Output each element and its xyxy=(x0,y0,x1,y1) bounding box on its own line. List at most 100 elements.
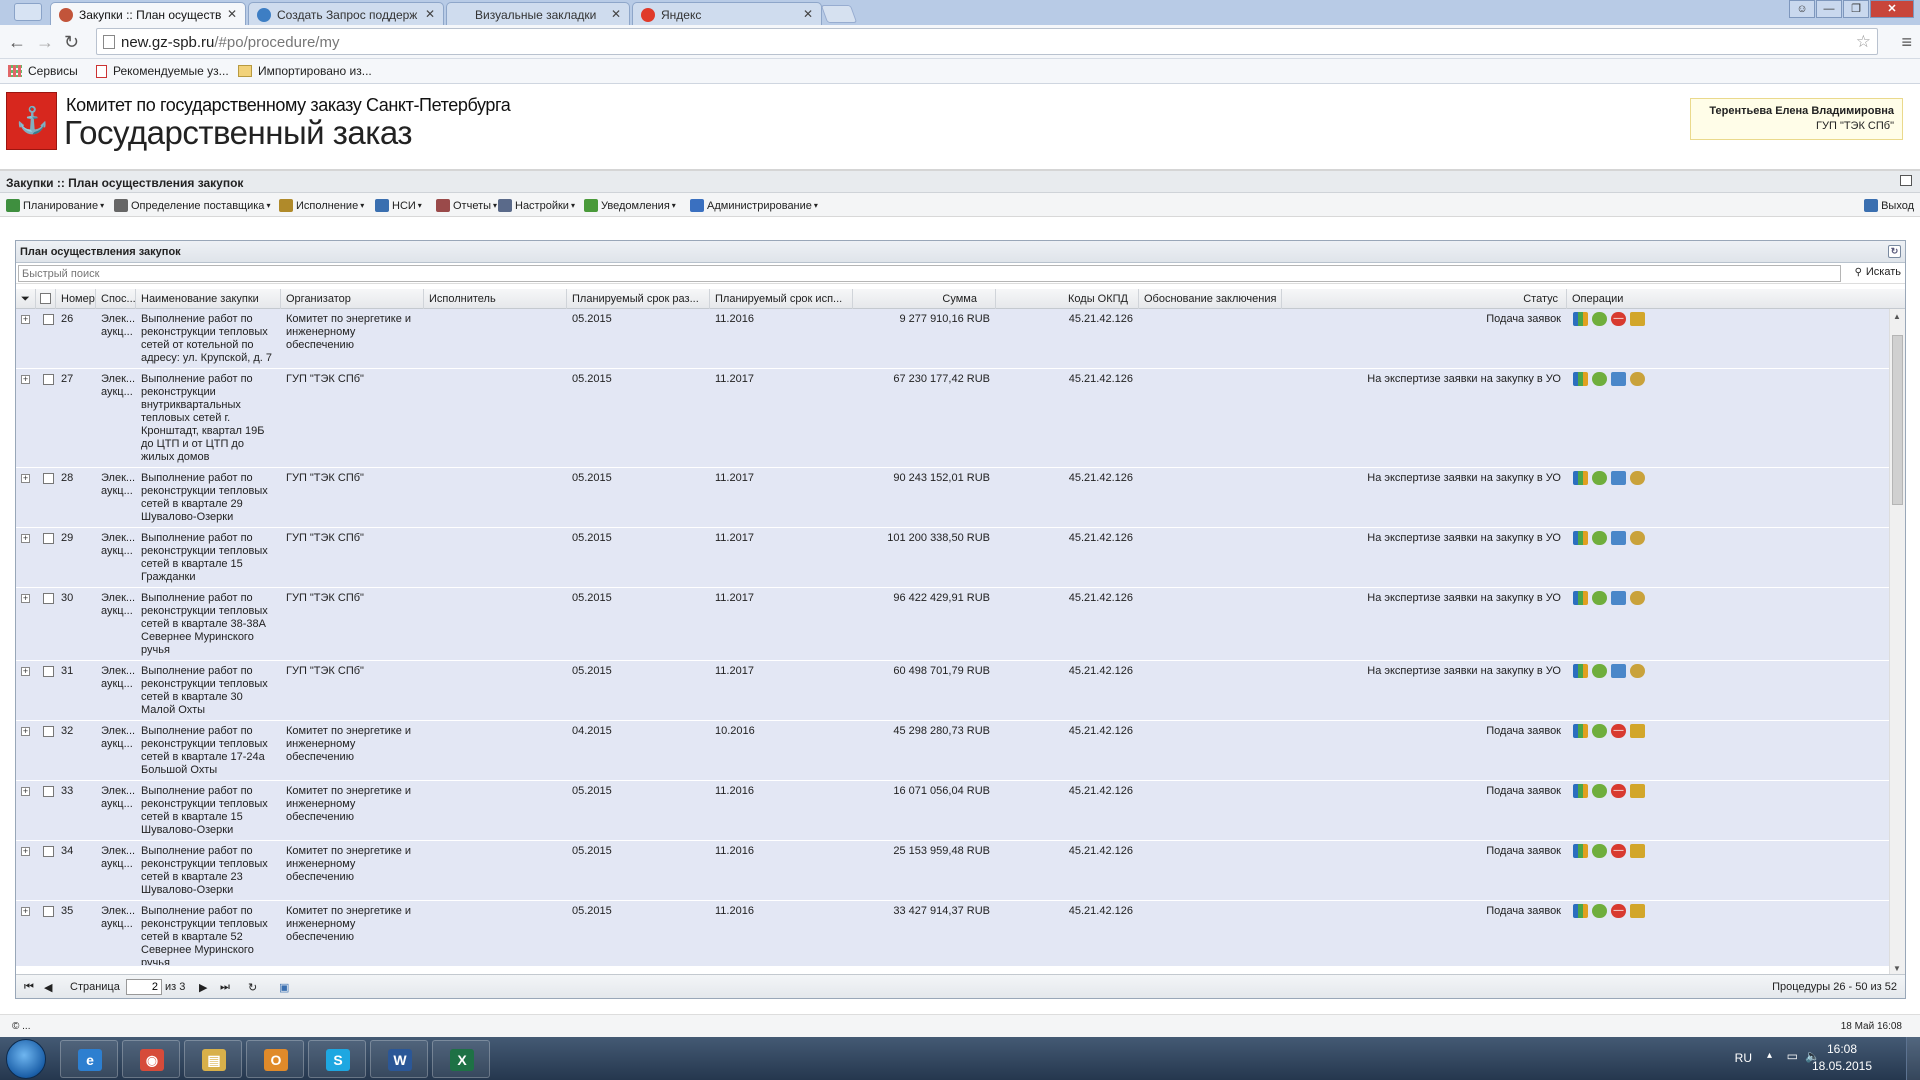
chrome-profile-icon[interactable] xyxy=(14,3,42,21)
chrome-menu-icon[interactable]: ≡ xyxy=(1901,32,1912,53)
menu-item[interactable]: Администрирование ▾ xyxy=(690,199,818,212)
emblem-icon[interactable] xyxy=(1630,591,1645,605)
statistics-icon[interactable] xyxy=(1573,904,1588,918)
search-button[interactable]: ⚲ Искать xyxy=(1855,266,1901,278)
stop-icon[interactable]: — xyxy=(1611,724,1626,738)
row-expand-icon[interactable]: + xyxy=(21,907,30,916)
first-page-icon[interactable]: ⏮ xyxy=(24,981,34,994)
browser-tab[interactable]: Яндекс ✕ xyxy=(632,2,822,25)
document-icon[interactable] xyxy=(1611,471,1626,485)
col-plan-placement[interactable]: Планируемый срок раз... xyxy=(567,289,710,309)
next-page-icon[interactable]: ▶ xyxy=(199,981,207,994)
last-page-icon[interactable]: ⏭ xyxy=(220,981,230,994)
row-checkbox[interactable] xyxy=(43,726,54,737)
network-icon[interactable]: ▭ xyxy=(1787,1049,1798,1063)
show-desktop-button[interactable] xyxy=(1906,1037,1920,1080)
scroll-down-icon[interactable]: ▼ xyxy=(1893,964,1901,973)
row-checkbox[interactable] xyxy=(43,593,54,604)
taskbar-app-outlook[interactable]: O xyxy=(246,1040,304,1078)
page-number-input[interactable] xyxy=(126,979,162,995)
row-expand-icon[interactable]: + xyxy=(21,375,30,384)
row-checkbox[interactable] xyxy=(43,533,54,544)
user-icon[interactable]: ☺ xyxy=(1789,0,1815,18)
emblem-icon[interactable] xyxy=(1630,372,1645,386)
taskbar-app-excel[interactable]: X xyxy=(432,1040,490,1078)
taskbar-app-explorer[interactable]: ▤ xyxy=(184,1040,242,1078)
row-checkbox[interactable] xyxy=(43,786,54,797)
minimize-button[interactable]: — xyxy=(1816,0,1842,18)
row-checkbox[interactable] xyxy=(43,846,54,857)
emblem-icon[interactable] xyxy=(1630,471,1645,485)
document-icon[interactable] xyxy=(1611,591,1626,605)
statistics-icon[interactable] xyxy=(1573,844,1588,858)
menu-item[interactable]: Планирование ▾ xyxy=(6,199,104,212)
bookmark-recommended[interactable]: Рекомендуемые уз... xyxy=(96,64,229,78)
col-status[interactable]: Статус xyxy=(1282,289,1567,309)
row-expand-icon[interactable]: + xyxy=(21,534,30,543)
quick-search-input[interactable] xyxy=(18,265,1841,282)
coins-icon[interactable] xyxy=(1630,312,1645,326)
menu-item[interactable]: НСИ ▾ xyxy=(375,199,422,212)
browser-tab[interactable]: Создать Запрос поддерж ✕ xyxy=(248,2,444,25)
row-expand-icon[interactable]: + xyxy=(21,667,30,676)
menu-item[interactable]: Отчеты ▾ xyxy=(436,199,497,212)
col-name[interactable]: Наименование закупки xyxy=(136,289,281,309)
row-expand-icon[interactable]: + xyxy=(21,847,30,856)
stop-icon[interactable]: — xyxy=(1611,312,1626,326)
row-expand-icon[interactable]: + xyxy=(21,315,30,324)
row-expand-icon[interactable]: + xyxy=(21,727,30,736)
col-sum[interactable]: Сумма xyxy=(853,289,996,309)
menu-item[interactable]: Исполнение ▾ xyxy=(279,199,364,212)
tab-close-icon[interactable]: ✕ xyxy=(803,7,813,21)
row-checkbox[interactable] xyxy=(43,374,54,385)
row-checkbox[interactable] xyxy=(43,906,54,917)
gears-icon[interactable] xyxy=(1592,471,1607,485)
logout-button[interactable]: Выход xyxy=(1864,199,1914,212)
document-icon[interactable] xyxy=(1611,372,1626,386)
statistics-icon[interactable] xyxy=(1573,664,1588,678)
clock[interactable]: 16:08 18.05.2015 xyxy=(1802,1042,1882,1073)
col-number[interactable]: Номер xyxy=(56,289,96,309)
start-button[interactable] xyxy=(6,1039,46,1079)
taskbar-app-internet-explorer[interactable]: e xyxy=(60,1040,118,1078)
browser-tab[interactable]: Визуальные закладки ✕ xyxy=(446,2,630,25)
statistics-icon[interactable] xyxy=(1573,591,1588,605)
statistics-icon[interactable] xyxy=(1573,312,1588,326)
document-icon[interactable] xyxy=(1611,664,1626,678)
taskbar-app-word[interactable]: W xyxy=(370,1040,428,1078)
panel-refresh-icon[interactable]: ↻ xyxy=(1888,245,1901,258)
col-operations[interactable]: Операции xyxy=(1567,289,1905,309)
bookmark-star-icon[interactable]: ☆ xyxy=(1856,32,1871,52)
table-row[interactable]: +26 Элек... аукц... Выполнение работ по ре… xyxy=(16,309,1889,369)
gears-icon[interactable] xyxy=(1592,844,1607,858)
spb-coat-of-arms-logo[interactable]: ⚓ xyxy=(6,92,57,150)
grid-scrollbar[interactable]: ▲ ▼ xyxy=(1889,309,1905,976)
table-row[interactable]: +33 Элек... аукц... Выполнение работ по ре… xyxy=(16,781,1889,841)
taskbar-app-skype[interactable]: S xyxy=(308,1040,366,1078)
back-icon[interactable]: ← xyxy=(8,32,26,53)
bookmark-services[interactable]: Сервисы xyxy=(8,64,78,78)
gears-icon[interactable] xyxy=(1592,312,1607,326)
gears-icon[interactable] xyxy=(1592,591,1607,605)
table-row[interactable]: +27 Элек... аукц... Выполнение работ по ре… xyxy=(16,369,1889,468)
col-plan-execution[interactable]: Планируемый срок исп... xyxy=(710,289,853,309)
tab-close-icon[interactable]: ✕ xyxy=(611,7,621,21)
table-row[interactable]: +32 Элек... аукц... Выполнение работ по ре… xyxy=(16,721,1889,781)
statistics-icon[interactable] xyxy=(1573,372,1588,386)
gears-icon[interactable] xyxy=(1592,531,1607,545)
menu-item[interactable]: Определение поставщика ▾ xyxy=(114,199,270,212)
coins-icon[interactable] xyxy=(1630,724,1645,738)
row-expand-icon[interactable]: + xyxy=(21,474,30,483)
close-window-button[interactable]: ✕ xyxy=(1870,0,1914,18)
table-row[interactable]: +29 Элек... аукц... Выполнение работ по ре… xyxy=(16,528,1889,588)
menu-item[interactable]: Уведомления ▾ xyxy=(584,199,676,212)
bookmark-imported-folder[interactable]: Импортировано из... xyxy=(238,64,372,78)
col-executor[interactable]: Исполнитель xyxy=(424,289,567,309)
coins-icon[interactable] xyxy=(1630,904,1645,918)
refresh-icon[interactable]: ↻ xyxy=(248,981,257,994)
url-input[interactable]: new.gz-spb.ru/#po/procedure/my ☆ xyxy=(96,28,1878,55)
forward-icon[interactable]: → xyxy=(36,32,54,53)
tray-expand-icon[interactable]: ▴ xyxy=(1767,1050,1772,1061)
table-row[interactable]: +35 Элек... аукц... Выполнение работ по ре… xyxy=(16,901,1889,967)
maximize-button[interactable]: ❐ xyxy=(1843,0,1869,18)
